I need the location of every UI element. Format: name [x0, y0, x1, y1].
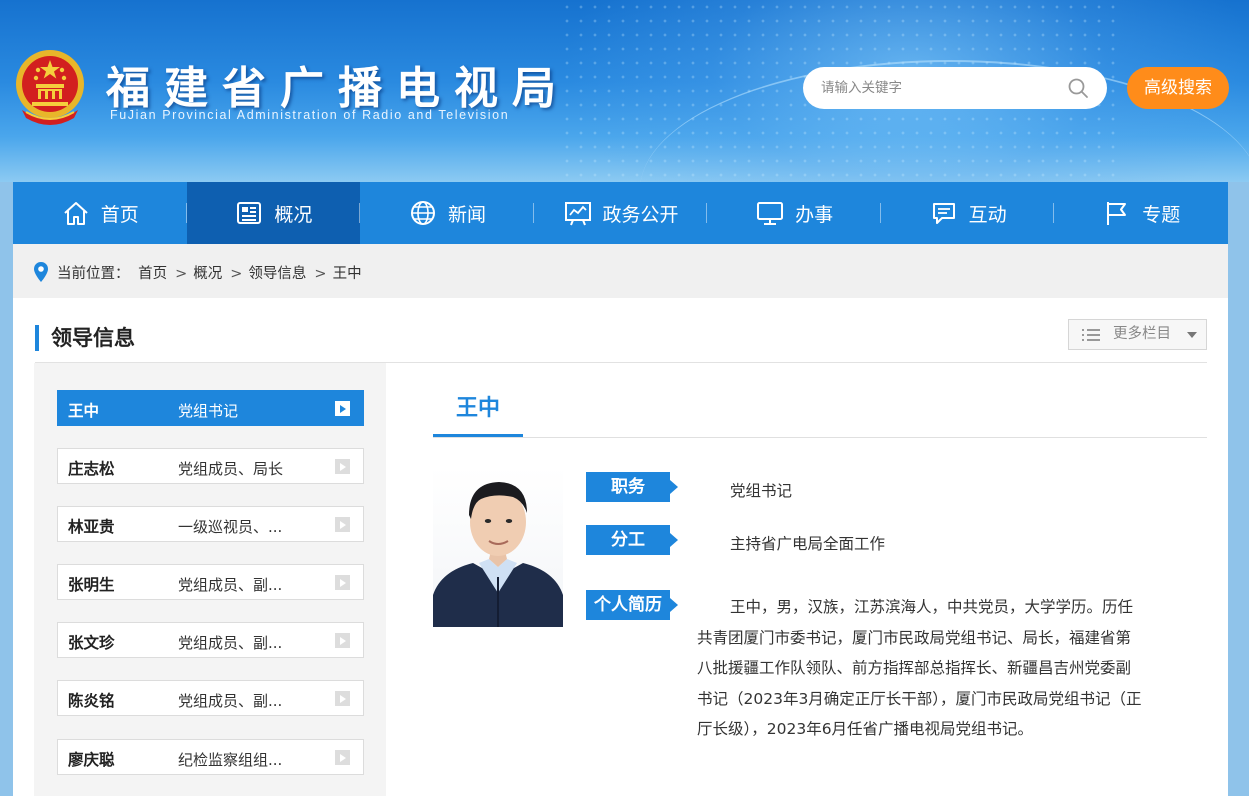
leader-position: 一级巡视员、... — [178, 518, 283, 536]
division-value: 主持省广电局全面工作 — [730, 535, 886, 553]
leader-position: 党组书记 — [178, 402, 239, 420]
leader-name: 陈炎铭 — [68, 692, 115, 710]
leader-position: 党组成员、局长 — [178, 460, 284, 478]
main-nav: 首页 概况 新闻 政务公开 办事 互动 专题 — [13, 182, 1228, 244]
leader-name: 庄志松 — [68, 460, 115, 478]
chat-icon — [932, 203, 955, 224]
leader-position: 党组成员、副... — [178, 576, 283, 594]
breadcrumb-prefix: 当前位置： — [57, 266, 130, 282]
nav-label: 办事 — [795, 203, 834, 226]
globe-icon — [410, 201, 435, 225]
leader-position: 纪检监察组组... — [178, 751, 283, 769]
leader-position: 党组成员、副... — [178, 692, 283, 710]
nav-label: 概况 — [274, 203, 313, 226]
breadcrumb-separator: > — [314, 266, 327, 282]
breadcrumb-current: 王中 — [332, 266, 362, 282]
breadcrumb-separator: > — [230, 266, 243, 282]
search-icon[interactable] — [1067, 77, 1089, 99]
leader-position: 党组成员、副... — [178, 634, 283, 652]
leader-item[interactable]: 张明生 党组成员、副... — [57, 564, 364, 600]
play-arrow-icon — [335, 750, 350, 765]
home-icon — [64, 202, 88, 225]
duty-label: 职务 — [586, 472, 678, 502]
advanced-search-button[interactable]: 高级搜索 — [1127, 67, 1229, 109]
overview-icon — [237, 202, 262, 224]
site-header: 福建省广播电视局 FuJian Provincial Administratio… — [0, 0, 1249, 182]
leader-item[interactable]: 庄志松 党组成员、局长 — [57, 448, 364, 484]
play-arrow-icon — [335, 633, 350, 648]
national-emblem-icon[interactable] — [12, 48, 88, 128]
nav-item-interaction[interactable]: 互动 — [881, 182, 1055, 244]
leader-list: 王中 党组书记 庄志松 党组成员、局长 林亚贵 一级巡视员、... 张明生 党组… — [34, 363, 386, 796]
breadcrumb-home[interactable]: 首页 — [138, 266, 167, 282]
nav-item-services[interactable]: 办事 — [707, 182, 881, 244]
search-input[interactable] — [821, 77, 1051, 99]
profile-divider — [433, 437, 1207, 438]
leader-photo — [433, 467, 563, 627]
breadcrumb-overview[interactable]: 概况 — [193, 266, 222, 282]
leader-name: 廖庆聪 — [68, 751, 115, 769]
nav-label: 互动 — [968, 203, 1007, 226]
leader-item[interactable]: 廖庆聪 纪检监察组组... — [57, 739, 364, 775]
more-columns-label: 更多栏目 — [1113, 326, 1171, 342]
board-icon — [564, 202, 591, 226]
nav-label: 专题 — [1142, 203, 1181, 226]
leader-item[interactable]: 林亚贵 一级巡视员、... — [57, 506, 364, 542]
play-arrow-icon — [335, 401, 350, 416]
leader-item[interactable]: 陈炎铭 党组成员、副... — [57, 680, 364, 716]
breadcrumb-trail: 当前位置： 首页 > 概况 > 领导信息 > 王中 — [57, 262, 366, 283]
leader-name: 林亚贵 — [68, 518, 115, 536]
monitor-icon — [757, 202, 784, 225]
search-box — [803, 67, 1107, 109]
leader-name: 张明生 — [68, 576, 115, 594]
caret-down-icon — [1187, 332, 1197, 338]
bio-text: 王中，男，汉族，江苏滨海人，中共党员，大学学历。历任共青团厦门市委书记，厦门市民… — [697, 598, 1142, 738]
leader-name: 王中 — [68, 402, 100, 420]
play-arrow-icon — [335, 459, 350, 474]
play-arrow-icon — [335, 691, 350, 706]
division-label: 分工 — [586, 525, 678, 555]
nav-label: 新闻 — [447, 203, 486, 226]
site-subtitle: FuJian Provincial Administration of Radi… — [110, 108, 510, 122]
leader-item[interactable]: 王中 党组书记 — [57, 390, 364, 426]
nav-item-overview[interactable]: 概况 — [186, 182, 361, 244]
nav-label: 政务公开 — [602, 203, 679, 226]
flag-icon — [1107, 202, 1127, 225]
leader-item[interactable]: 张文珍 党组成员、副... — [57, 622, 364, 658]
nav-item-home[interactable]: 首页 — [13, 182, 187, 244]
more-columns-dropdown[interactable]: 更多栏目 — [1068, 319, 1207, 350]
nav-label: 首页 — [100, 203, 139, 226]
portrait-image — [433, 482, 563, 627]
site-title[interactable]: 福建省广播电视局 — [106, 52, 570, 116]
leader-name: 张文珍 — [68, 634, 115, 652]
nav-item-government-affairs[interactable]: 政务公开 — [534, 182, 708, 244]
breadcrumb: 当前位置： 首页 > 概况 > 领导信息 > 王中 — [13, 244, 1228, 298]
bio-label: 个人简历 — [586, 590, 678, 620]
main-content: 当前位置： 首页 > 概况 > 领导信息 > 王中 领导信息 更多栏目 王中 党组书记 庄志… — [13, 244, 1228, 796]
play-arrow-icon — [335, 575, 350, 590]
location-pin-icon — [34, 262, 48, 282]
breadcrumb-leaders[interactable]: 领导信息 — [248, 266, 306, 282]
breadcrumb-separator: > — [175, 266, 188, 282]
nav-item-topics[interactable]: 专题 — [1054, 182, 1228, 244]
section-title: 领导信息 — [35, 325, 135, 351]
nav-item-news[interactable]: 新闻 — [360, 182, 534, 244]
list-icon — [1082, 329, 1100, 341]
play-arrow-icon — [335, 517, 350, 532]
duty-value: 党组书记 — [730, 482, 793, 500]
profile-name-tab: 王中 — [433, 389, 523, 437]
